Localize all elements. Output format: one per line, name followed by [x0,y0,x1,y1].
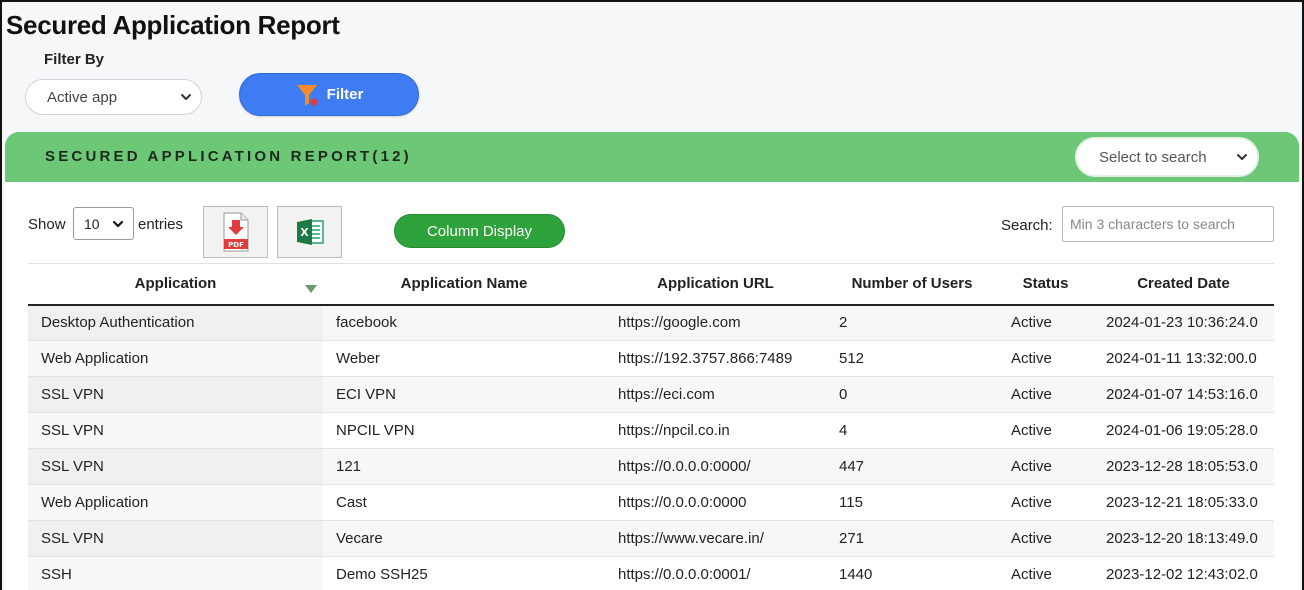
cell-created-date: 2024-01-06 19:05:28.0 [1106,422,1258,439]
cell-status: Active [1011,566,1052,583]
cell-application-url: https://www.vecare.in/ [618,530,764,547]
table-row[interactable]: SSL VPN ECI VPN https://eci.com 0 Active… [28,376,1274,413]
cell-number-of-users: 447 [839,458,865,475]
report-title: SECURED APPLICATION REPORT(12) [45,148,412,165]
cell-application: SSL VPN [28,412,323,449]
filter-select[interactable]: Active app [25,79,202,115]
cell-application-url: https://eci.com [618,386,715,403]
filter-by-label: Filter By [44,51,105,68]
cell-application-url: https://0.0.0.0:0000/ [618,458,751,475]
table-header-row: Application Application Name Application… [28,263,1274,305]
column-header-status[interactable]: Status [998,264,1093,305]
column-display-button[interactable]: Column Display [394,214,565,248]
cell-application: SSL VPN [28,520,323,557]
cell-application-name: Cast [336,494,367,511]
cell-status: Active [1011,422,1052,439]
cell-application-name: ECI VPN [336,386,397,403]
column-header-application[interactable]: Application [28,264,323,305]
search-label: Search: [1001,217,1053,234]
column-header-created-date[interactable]: Created Date [1093,264,1274,305]
cell-status: Active [1011,386,1052,403]
cell-created-date: 2023-12-20 18:13:49.0 [1106,530,1258,547]
cell-application: Web Application [28,340,323,377]
cell-created-date: 2024-01-11 13:32:00.0 [1106,350,1257,367]
cell-application: SSL VPN [28,448,323,485]
export-pdf-button[interactable]: PDF [203,206,268,258]
cell-application: Desktop Authentication [28,304,323,341]
table-row[interactable]: SSL VPN NPCIL VPN https://npcil.co.in 4 … [28,412,1274,449]
filter-select-value: Active app [47,88,118,106]
search-column-placeholder: Select to search [1099,148,1207,166]
cell-number-of-users: 1440 [839,566,873,583]
cell-status: Active [1011,314,1052,332]
cell-number-of-users: 4 [839,422,848,439]
cell-application: SSH [28,556,323,590]
cell-application-name: Vecare [336,530,383,547]
entries-value: 10 [84,215,100,232]
cell-number-of-users: 115 [839,494,863,511]
report-table: Application Application Name Application… [28,263,1274,590]
export-excel-button[interactable]: X [277,206,342,258]
search-column-select[interactable]: Select to search [1075,137,1259,177]
page-title: Secured Application Report [6,10,340,40]
cell-application-name: facebook [336,314,397,332]
chevron-down-icon [112,220,124,227]
table-row[interactable]: Web Application Cast https://0.0.0.0:000… [28,484,1274,521]
cell-created-date: 2023-12-21 18:05:33.0 [1106,494,1258,511]
pdf-icon: PDF [223,212,248,252]
cell-application-name: Demo SSH25 [336,566,428,583]
cell-status: Active [1011,494,1052,511]
cell-created-date: 2023-12-28 18:05:53.0 [1106,458,1258,475]
cell-application-name: Weber [336,350,380,367]
column-header-application-url[interactable]: Application URL [605,264,826,305]
cell-application: SSL VPN [28,376,323,413]
svg-text:PDF: PDF [228,241,244,249]
column-header-application-name[interactable]: Application Name [323,264,605,305]
table-row[interactable]: SSL VPN Vecare https://www.vecare.in/ 27… [28,520,1274,557]
cell-number-of-users: 271 [839,530,865,547]
cell-status: Active [1011,350,1052,367]
cell-number-of-users: 0 [839,386,848,403]
cell-application-url: https://192.3757.866:7489 [618,350,793,367]
table-row[interactable]: Web Application Weber https://192.3757.8… [28,340,1274,377]
search-input[interactable]: Min 3 characters to search [1062,206,1274,242]
cell-status: Active [1011,530,1052,547]
table-row[interactable]: Desktop Authentication facebook https://… [28,304,1274,341]
cell-status: Active [1011,458,1052,475]
cell-number-of-users: 512 [839,350,865,367]
report-header: SECURED APPLICATION REPORT(12) Select to… [5,132,1299,182]
filter-button-label: Filter [326,86,364,103]
cell-application-url: https://google.com [618,314,741,332]
cell-application-url: https://0.0.0.0:0001/ [618,566,751,583]
chevron-down-icon [181,94,191,100]
column-header-number-of-users[interactable]: Number of Users [826,264,998,305]
filter-button[interactable]: Filter [239,73,419,116]
entries-label: entries [138,216,184,233]
show-label: Show [28,216,66,233]
sort-desc-icon [305,285,317,293]
cell-application-name: NPCIL VPN [336,422,415,439]
cell-application-url: https://npcil.co.in [618,422,730,439]
funnel-icon [296,84,318,106]
report-card: SECURED APPLICATION REPORT(12) Select to… [5,132,1299,590]
cell-created-date: 2023-12-02 12:43:02.0 [1106,566,1258,583]
entries-select[interactable]: 10 [73,207,134,240]
cell-application: Web Application [28,484,323,521]
table-row[interactable]: SSH Demo SSH25 https://0.0.0.0:0001/ 144… [28,556,1274,590]
cell-created-date: 2024-01-23 10:36:24.0 [1106,314,1258,332]
chevron-down-icon [1237,154,1247,160]
cell-application-name: 121 [336,458,362,475]
cell-created-date: 2024-01-07 14:53:16.0 [1106,386,1258,403]
cell-number-of-users: 2 [839,314,848,332]
app-frame: Secured Application Report Filter By Act… [0,0,1304,590]
svg-text:X: X [300,226,309,239]
cell-application-url: https://0.0.0.0:0000 [618,494,747,511]
excel-icon: X [296,219,324,245]
table-row[interactable]: SSL VPN 121 https://0.0.0.0:0000/ 447 Ac… [28,448,1274,485]
